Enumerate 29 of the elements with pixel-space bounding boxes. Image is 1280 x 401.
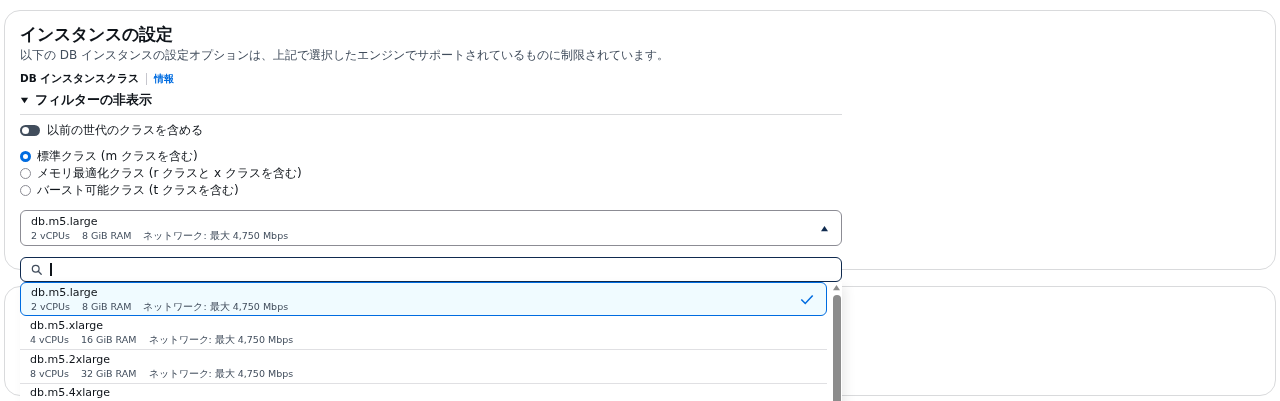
caret-icon	[820, 224, 829, 232]
scroll-up-icon[interactable]	[832, 284, 841, 291]
section-description: 以下の DB インスタンスの設定オプションは、上記で選択したエンジンでサポートされているものに制限されています。	[20, 47, 671, 63]
info-link[interactable]: 情報	[154, 72, 175, 86]
dropdown-option[interactable]: db.m5.large 2 vCPUs 8 GiB RAM ネットワーク: 最大 4,750 Mbps	[20, 282, 827, 316]
scrollbar[interactable]	[831, 282, 842, 401]
radio-label: バースト可能クラス (t クラスを含む)	[37, 182, 239, 198]
search-field[interactable]	[20, 257, 842, 282]
instance-class-select[interactable]: db.m5.large 2 vCPUs 8 GiB RAM ネットワーク: 最大 4,750 Mbps	[20, 210, 842, 246]
field-label: DB インスタンスクラス	[20, 72, 140, 86]
radio-label: 標準クラス (m クラスを含む)	[37, 148, 198, 164]
filter-toggle[interactable]: フィルターの非表示	[20, 86, 842, 115]
toggle-switch[interactable]	[20, 124, 40, 136]
toggle-label: 以前の世代のクラスを含める	[47, 122, 203, 138]
caret-icon	[20, 96, 29, 105]
search-icon	[31, 264, 42, 275]
text-cursor	[50, 263, 52, 276]
radio-label: メモリ最適化クラス (r クラスと x クラスを含む)	[37, 165, 302, 181]
radio-button[interactable]	[20, 167, 31, 179]
check-icon	[800, 293, 814, 305]
spec-text: 8 GiB RAM	[81, 228, 132, 242]
radio-button[interactable]	[20, 150, 31, 162]
dropdown-option[interactable]: db.m5.2xlarge 8 vCPUs 32 GiB RAM ネットワーク: 最大 4,750 Mbps	[20, 350, 827, 384]
select-value: db.m5.large	[31, 214, 99, 229]
spec-text: ネットワーク: 最大 4,750 Mbps	[143, 228, 289, 242]
section-title: インスタンスの設定	[20, 23, 174, 45]
radio-button[interactable]	[20, 184, 31, 196]
dropdown-option[interactable]: db.m5.xlarge 4 vCPUs 16 GiB RAM ネットワーク: 最大 4,750 Mbps	[20, 316, 827, 350]
spec-text: 2 vCPUs	[31, 228, 70, 242]
